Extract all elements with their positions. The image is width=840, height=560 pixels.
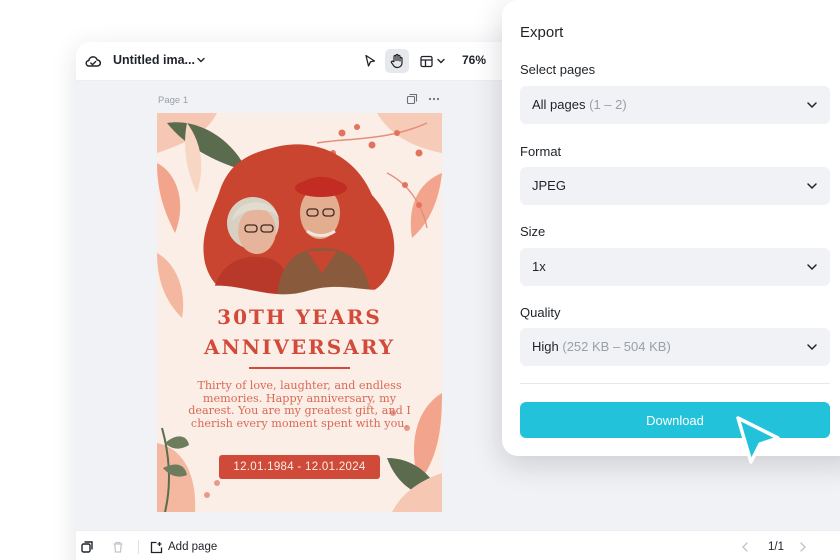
- layout-icon: [420, 55, 433, 67]
- toolbar-separator: [138, 540, 139, 554]
- quality-value: High: [532, 339, 559, 354]
- page-label: Page 1: [158, 95, 189, 106]
- chevron-down-icon: [437, 58, 445, 64]
- add-page-label: Add page: [168, 541, 218, 553]
- quality-label: Quality: [520, 305, 561, 320]
- format-dropdown[interactable]: JPEG: [520, 167, 830, 205]
- next-page-icon[interactable]: [796, 540, 810, 554]
- panel-divider: [520, 383, 830, 384]
- size-label: Size: [520, 224, 546, 239]
- select-pages-value: All pages: [532, 97, 586, 112]
- add-page-button[interactable]: Add page: [150, 539, 217, 555]
- anniversary-card-canvas[interactable]: 30TH YEARS ANNIVERSARY Thirty of love, l…: [157, 113, 442, 512]
- date-range-badge[interactable]: 12.01.1984 - 12.01.2024: [219, 455, 380, 479]
- export-panel: Export Select pages All pages (1 – 2) Fo…: [502, 0, 840, 456]
- card-title-line-2[interactable]: ANNIVERSARY: [157, 335, 442, 359]
- format-label: Format: [520, 144, 562, 159]
- chevron-down-icon: [807, 344, 817, 351]
- select-tool-button[interactable]: [358, 49, 382, 73]
- quality-hint: (252 KB – 504 KB): [562, 339, 671, 354]
- zoom-level[interactable]: 76%: [462, 53, 486, 67]
- size-value: 1x: [532, 259, 546, 274]
- card-message[interactable]: Thirty of love, laughter, and endless me…: [179, 379, 420, 430]
- cloud-sync-icon[interactable]: [84, 52, 102, 70]
- select-pages-hint: (1 – 2): [589, 97, 627, 112]
- document-title[interactable]: Untitled ima...: [113, 53, 195, 67]
- duplicate-page-icon[interactable]: [406, 93, 418, 105]
- chevron-down-icon: [807, 102, 817, 109]
- previous-page-icon[interactable]: [738, 540, 752, 554]
- chevron-down-icon: [807, 264, 817, 271]
- add-page-icon: [150, 541, 163, 553]
- hand-pan-icon: [390, 53, 403, 69]
- layout-menu-button[interactable]: [416, 49, 450, 73]
- page-counter: 1/1: [768, 541, 784, 553]
- mouse-cursor-icon: [736, 416, 780, 464]
- title-divider: [249, 367, 350, 369]
- more-options-icon[interactable]: [428, 93, 440, 105]
- chevron-down-icon[interactable]: [196, 55, 206, 65]
- hand-tool-button[interactable]: [385, 49, 409, 73]
- export-title: Export: [520, 24, 564, 41]
- bottom-bar: Add page 1/1: [76, 530, 840, 560]
- chevron-down-icon: [807, 183, 817, 190]
- select-pages-dropdown[interactable]: All pages (1 – 2): [520, 86, 830, 124]
- format-value: JPEG: [532, 178, 566, 193]
- select-pointer-icon: [365, 54, 376, 67]
- size-dropdown[interactable]: 1x: [520, 248, 830, 286]
- quality-dropdown[interactable]: High (252 KB – 504 KB): [520, 328, 830, 366]
- duplicate-icon[interactable]: [80, 540, 94, 554]
- card-title-line-1[interactable]: 30TH YEARS: [157, 305, 442, 329]
- select-pages-label: Select pages: [520, 62, 596, 77]
- trash-icon[interactable]: [111, 540, 125, 554]
